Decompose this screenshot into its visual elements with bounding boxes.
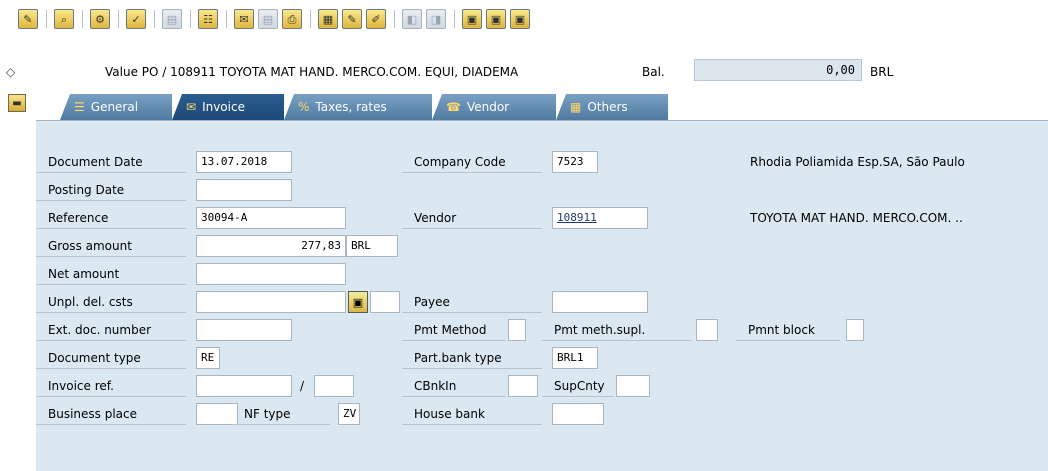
layout-icon[interactable]: ▣ bbox=[486, 9, 506, 29]
vendor-icon: ☎ bbox=[446, 100, 461, 114]
ext-doc-number-field[interactable] bbox=[196, 319, 292, 341]
tab-label: Others bbox=[587, 100, 628, 114]
next-disabled-icon[interactable]: ◨ bbox=[426, 9, 446, 29]
toolbar-separator bbox=[82, 10, 83, 28]
others-icon: ▦ bbox=[570, 100, 582, 114]
invoice-ref-label: Invoice ref. bbox=[36, 375, 186, 397]
toolbar-separator bbox=[226, 10, 227, 28]
edit-doc-icon[interactable]: ✎ bbox=[342, 9, 362, 29]
vendor-name: TOYOTA MAT HAND. MERCO.COM. .. bbox=[750, 211, 963, 225]
nf-type-label: NF type bbox=[232, 403, 330, 425]
payee-field[interactable] bbox=[552, 291, 648, 313]
gross-currency-field[interactable]: BRL bbox=[346, 235, 398, 257]
invoice-icon: ✉ bbox=[186, 100, 197, 114]
vendor-label: Vendor bbox=[402, 207, 542, 229]
hold-icon[interactable]: ⚙ bbox=[90, 9, 110, 29]
vendor-field[interactable]: 108911 bbox=[552, 207, 648, 229]
toolbar-separator bbox=[154, 10, 155, 28]
unplanned-costs-field[interactable] bbox=[196, 291, 346, 313]
document-header: ◇ Value PO / 108911 TOYOTA MAT HAND. MER… bbox=[0, 58, 1048, 86]
posting-date-field[interactable] bbox=[196, 179, 292, 201]
display-change-icon[interactable]: ⌕ bbox=[54, 9, 74, 29]
invoice-ref-separator: / bbox=[300, 379, 305, 393]
tab-vendor[interactable]: ☎ Vendor bbox=[432, 94, 556, 120]
tab-label: Invoice bbox=[202, 100, 245, 114]
print-icon[interactable]: ⎙ bbox=[282, 9, 302, 29]
application-toolbar: ✎ ⌕ ⚙ ✓ ▤ ☷ ✉ ▤ ⎙ ▦ ✎ ✐ ◧ ◨ ▣ ▣ ▣ bbox=[0, 0, 1048, 38]
house-bank-label: House bank bbox=[402, 403, 542, 425]
toggle-header-icon[interactable]: ▬ bbox=[8, 94, 26, 112]
supplying-country-label: SupCnty bbox=[542, 375, 614, 397]
supplying-country-field[interactable] bbox=[616, 375, 650, 397]
simulate-icon[interactable]: ☷ bbox=[198, 9, 218, 29]
central-bank-indicator-label: CBnkIn bbox=[402, 375, 506, 397]
tab-taxes-rates[interactable]: % Taxes, rates bbox=[284, 94, 432, 120]
pencil-icon[interactable]: ✐ bbox=[366, 9, 386, 29]
check-icon[interactable]: ✓ bbox=[126, 9, 146, 29]
settings-icon[interactable]: ▣ bbox=[510, 9, 530, 29]
tab-general[interactable]: ☰ General bbox=[60, 94, 172, 120]
tab-label: Vendor bbox=[466, 100, 510, 114]
net-amount-label: Net amount bbox=[36, 263, 186, 285]
doc-disabled-icon[interactable]: ▤ bbox=[162, 9, 182, 29]
payment-method-label: Pmt Method bbox=[402, 319, 506, 341]
messages-icon[interactable]: ✉ bbox=[234, 9, 254, 29]
tab-others[interactable]: ▦ Others bbox=[556, 94, 668, 120]
invoice-ref-field[interactable] bbox=[196, 375, 292, 397]
overview-disabled-icon[interactable]: ▤ bbox=[258, 9, 278, 29]
gross-amount-label: Gross amount bbox=[36, 235, 186, 257]
reference-field[interactable]: 30094-A bbox=[196, 207, 346, 229]
payment-method-field[interactable] bbox=[508, 319, 526, 341]
balance-label: Bal. bbox=[642, 65, 665, 79]
central-bank-indicator-field[interactable] bbox=[508, 375, 538, 397]
balance-field: 0,00 bbox=[694, 59, 862, 81]
toolbar-separator bbox=[118, 10, 119, 28]
partner-bank-type-label: Part.bank type bbox=[402, 347, 542, 369]
toolbar-separator bbox=[190, 10, 191, 28]
gross-amount-field[interactable]: 277,83 bbox=[196, 235, 346, 257]
document-type-label: Document type bbox=[36, 347, 186, 369]
toolbar-separator bbox=[394, 10, 395, 28]
taxes-icon: % bbox=[298, 100, 310, 114]
company-name: Rhodia Poliamida Esp.SA, São Paulo bbox=[750, 155, 965, 169]
toolbar-separator bbox=[454, 10, 455, 28]
invoice-ref-year-field[interactable] bbox=[314, 375, 354, 397]
nf-type-field[interactable]: ZV bbox=[338, 403, 360, 425]
document-date-label: Document Date bbox=[36, 151, 186, 173]
invoice-tab-panel: Document Date 13.07.2018 Posting Date Re… bbox=[36, 120, 1048, 471]
tab-label: General bbox=[90, 100, 139, 114]
ext-doc-number-label: Ext. doc. number bbox=[36, 319, 186, 341]
document-type-field[interactable]: RE bbox=[196, 347, 220, 369]
unplanned-costs-label: Unpl. del. csts bbox=[36, 291, 186, 313]
edit-icon[interactable]: ✎ bbox=[18, 9, 38, 29]
business-place-label: Business place bbox=[36, 403, 186, 425]
value-help-icon[interactable]: ▣ bbox=[348, 291, 368, 313]
tab-strip: ☰ General ✉ Invoice % Taxes, rates ☎ Ven… bbox=[60, 94, 1040, 120]
tab-label: Taxes, rates bbox=[315, 100, 387, 114]
posting-date-label: Posting Date bbox=[36, 179, 186, 201]
diamond-icon: ◇ bbox=[6, 65, 16, 79]
payment-block-label: Pmnt block bbox=[736, 319, 840, 341]
document-date-field[interactable]: 13.07.2018 bbox=[196, 151, 292, 173]
unplanned-currency-field[interactable] bbox=[370, 291, 400, 313]
prev-disabled-icon[interactable]: ◧ bbox=[402, 9, 422, 29]
payee-label: Payee bbox=[402, 291, 542, 313]
balance-currency: BRL bbox=[870, 65, 894, 79]
save-layout-icon[interactable]: ▣ bbox=[462, 9, 482, 29]
calendar-icon[interactable]: ▦ bbox=[318, 9, 338, 29]
tab-invoice[interactable]: ✉ Invoice bbox=[172, 94, 284, 120]
payment-method-supplement-label: Pmt meth.supl. bbox=[542, 319, 692, 341]
partner-bank-type-field[interactable]: BRL1 bbox=[552, 347, 598, 369]
payment-method-supplement-field[interactable] bbox=[696, 319, 718, 341]
header-title: Value PO / 108911 TOYOTA MAT HAND. MERCO… bbox=[105, 65, 519, 79]
toolbar-separator bbox=[310, 10, 311, 28]
reference-label: Reference bbox=[36, 207, 186, 229]
house-bank-field[interactable] bbox=[552, 403, 604, 425]
company-code-label: Company Code bbox=[402, 151, 542, 173]
toolbar-separator bbox=[46, 10, 47, 28]
net-amount-field[interactable] bbox=[196, 263, 346, 285]
company-code-field[interactable]: 7523 bbox=[552, 151, 598, 173]
general-icon: ☰ bbox=[74, 100, 85, 114]
payment-block-field[interactable] bbox=[846, 319, 864, 341]
